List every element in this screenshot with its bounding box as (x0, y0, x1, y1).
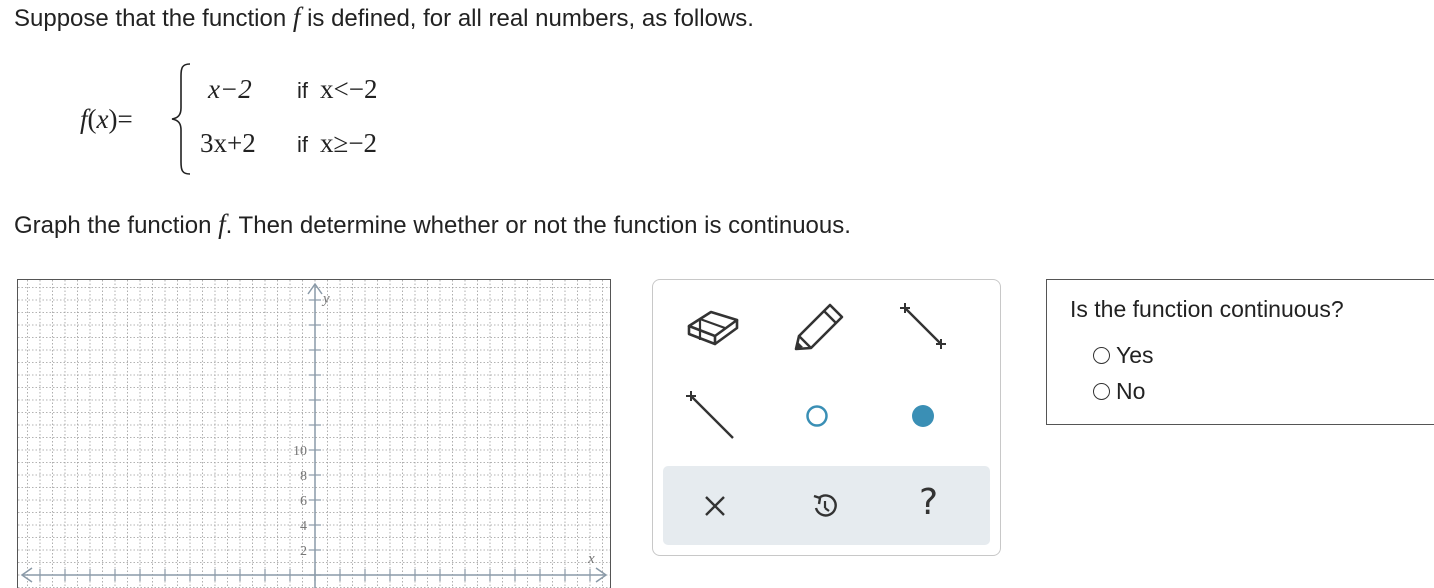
graph-canvas[interactable]: 10 8 6 4 2 y x (17, 279, 611, 588)
grid-lines (18, 280, 610, 588)
continuity-question: Is the function continuous? Yes No (1046, 279, 1434, 425)
undo-button[interactable] (810, 491, 840, 526)
y-tick-label: 10 (293, 444, 307, 459)
intro-after: is defined, for all real numbers, as fol… (307, 5, 754, 32)
line-icon (900, 303, 946, 349)
x-axis-label: x (587, 551, 595, 567)
help-button[interactable]: ? (919, 482, 938, 523)
instruction-before: Graph the function (14, 212, 212, 239)
axes (20, 282, 608, 588)
eraser-tool[interactable] (683, 304, 743, 353)
graph-grid[interactable]: 10 8 6 4 2 y x (18, 280, 610, 588)
option-no-label[interactable]: No (1116, 378, 1145, 405)
y-axis-label: y (321, 291, 330, 307)
y-tick-label: 2 (300, 544, 307, 559)
intro-before: Suppose that the function (14, 5, 287, 32)
closed-circle-tool[interactable] (909, 402, 937, 435)
y-tick-label: 6 (300, 494, 307, 509)
close-icon (705, 496, 725, 516)
radio-yes[interactable] (1093, 347, 1110, 364)
open-circle-tool[interactable] (803, 402, 831, 435)
eraser-icon (687, 310, 739, 346)
help-icon: ? (919, 482, 939, 523)
case-expression: x−2 (208, 74, 252, 104)
intro-text: Suppose that the function f is defined, … (14, 2, 754, 33)
y-tick-label: 4 (300, 519, 307, 534)
ray-tool[interactable] (683, 388, 739, 449)
line-segment-tool[interactable] (895, 300, 951, 361)
closed-circle-icon (912, 405, 934, 427)
left-brace (171, 63, 191, 175)
question-title: Is the function continuous? (1070, 296, 1344, 322)
equation-lhs: f(x)= (80, 104, 133, 134)
case-expression: 3x+2 (200, 128, 256, 158)
case-condition: x≥−2 (320, 128, 378, 158)
action-tray: ? (663, 466, 990, 545)
radio-no[interactable] (1093, 383, 1110, 400)
pencil-tool[interactable] (791, 300, 847, 361)
undo-icon (813, 494, 837, 517)
equation-variable: x (96, 104, 109, 134)
case-if: if (297, 132, 308, 157)
instruction-text: Graph the function f. Then determine whe… (14, 209, 851, 240)
option-yes[interactable]: Yes (1093, 342, 1154, 369)
intro-function-name: f (292, 2, 301, 32)
graphing-toolbox: ? (652, 279, 1001, 556)
case-if: if (297, 78, 308, 103)
instruction-after: . Then determine whether or not the func… (225, 212, 851, 239)
case-condition: x<−2 (320, 74, 378, 104)
open-circle-icon (806, 405, 828, 427)
pencil-icon (794, 303, 844, 351)
clear-button[interactable] (701, 492, 729, 525)
instruction-function-name: f (218, 209, 226, 239)
option-no[interactable]: No (1093, 378, 1145, 405)
option-yes-label[interactable]: Yes (1116, 342, 1154, 369)
ray-icon (686, 391, 734, 439)
y-tick-label: 8 (300, 469, 307, 484)
equation-function-name: f (80, 104, 88, 134)
